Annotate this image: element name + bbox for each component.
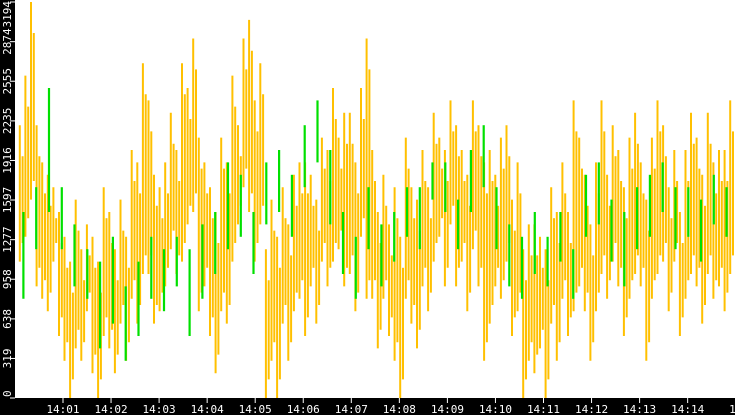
x-tick-label: 14:09 [431,403,464,415]
y-tick-label: 0 [1,390,14,397]
y-tick-label: 319 [1,349,14,369]
y-tick-label: 1597 [1,187,14,214]
plot-area [18,2,734,398]
y-tick-label: 638 [1,309,14,329]
y-tick-label: 1916 [1,147,14,174]
x-tick-label: 14:14 [671,403,704,415]
y-tick-label: 2235 [1,108,14,135]
y-tick-label: 1277 [1,226,14,253]
x-tick-label: 14 [729,403,735,415]
y-tick-label: 2874 [1,28,14,55]
x-tick-label: 14:13 [623,403,656,415]
chart: 0 319 638 958 1277 1597 1916 2235 2555 2874 3194 1… [0,0,735,415]
y-tick-label: 3194 [1,1,14,28]
x-tick-label: 14:08 [383,403,416,415]
x-tick-label: 14:05 [239,403,272,415]
x-tick-label: 14:01 [46,403,79,415]
y-tick-label: 2555 [1,68,14,95]
range-chart: 0 319 638 958 1277 1597 1916 2235 2555 28743194 1… [0,0,735,415]
y-tick-label: 958 [1,269,14,289]
x-tick-label: 14:06 [287,403,320,415]
x-tick-label: 14:11 [527,403,560,415]
x-tick-label: 14:10 [479,403,512,415]
x-tick-label: 14:04 [191,403,224,415]
x-tick-label: 14:02 [94,403,127,415]
x-tick-label: 14:12 [575,403,608,415]
x-tick-label: 14:07 [335,403,368,415]
x-tick-label: 14:03 [143,403,176,415]
